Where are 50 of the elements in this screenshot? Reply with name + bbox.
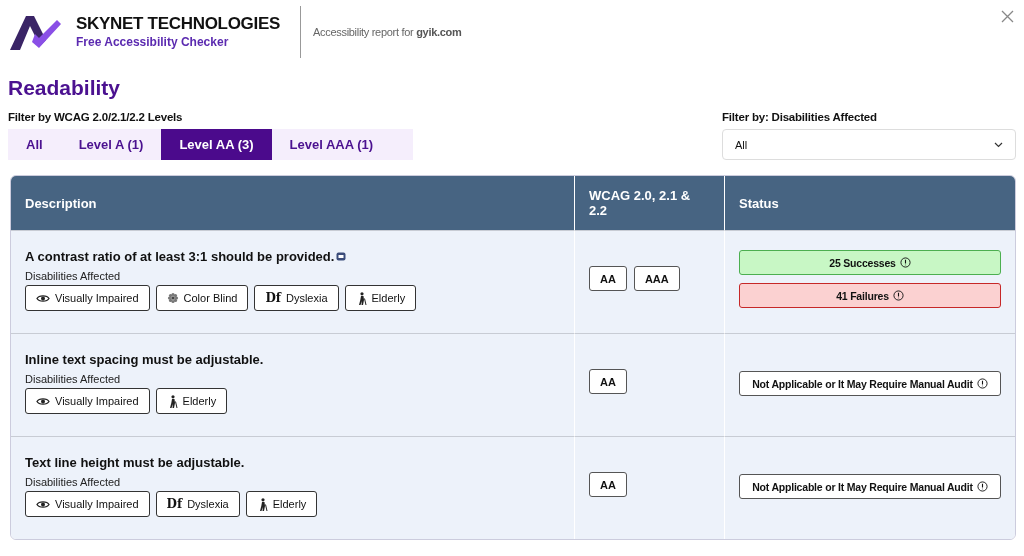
column-header: WCAG 2.0, 2.1 & 2.2 bbox=[574, 176, 724, 230]
disability-tag[interactable]: Visually Impaired bbox=[25, 285, 150, 311]
report-caption: Accessibility report for gyik.com bbox=[313, 26, 462, 38]
dyslexia-icon: Df bbox=[166, 497, 183, 511]
disability-tag[interactable]: Elderly bbox=[344, 285, 417, 311]
close-icon[interactable] bbox=[1001, 10, 1014, 23]
status-button[interactable]: 41 Failures bbox=[739, 283, 1001, 308]
eye-icon bbox=[36, 396, 50, 406]
brand-name: SKYNET TECHNOLOGIES bbox=[76, 14, 280, 34]
disability-tag[interactable]: Visually Impaired bbox=[25, 388, 150, 414]
caption-icon bbox=[336, 252, 347, 261]
level-badge: AA bbox=[589, 369, 627, 394]
level-tab[interactable]: Level AA (3) bbox=[161, 129, 272, 160]
eye-icon bbox=[36, 499, 50, 509]
eye-icon bbox=[36, 293, 50, 303]
brand-tagline: Free Accessibility Checker bbox=[76, 34, 230, 50]
level-tab[interactable]: All bbox=[8, 129, 61, 160]
status-button[interactable]: Not Applicable or It May Require Manual Audit bbox=[739, 371, 1001, 396]
disability-tag[interactable]: Elderly bbox=[245, 491, 318, 517]
column-header: Description bbox=[11, 176, 574, 230]
disability-tag[interactable]: Df Dyslexia bbox=[155, 491, 240, 517]
disability-select[interactable]: All bbox=[722, 129, 1016, 160]
status-button[interactable]: 25 Successes bbox=[739, 250, 1001, 275]
level-badge: AAA bbox=[633, 266, 680, 291]
section-title: Readability bbox=[8, 76, 122, 101]
chevron-down-icon bbox=[994, 141, 1003, 148]
column-header: Status bbox=[724, 176, 1015, 230]
criterion-title: Text line height must be adjustable. bbox=[25, 455, 245, 470]
level-tab[interactable]: Level A (1) bbox=[60, 129, 162, 160]
level-badge: AA bbox=[589, 266, 627, 291]
flower-icon bbox=[166, 292, 179, 304]
disabilities-label: Disabilities Affected bbox=[25, 476, 122, 488]
disabilities-label: Disabilities Affected bbox=[25, 373, 122, 385]
disability-tag[interactable]: Color Blind bbox=[155, 285, 249, 311]
info-icon bbox=[976, 481, 988, 492]
disabilities-label: Disabilities Affected bbox=[25, 270, 122, 282]
level-badge: AA bbox=[589, 472, 627, 497]
info-icon bbox=[892, 290, 904, 301]
criterion-title: Inline text spacing must be adjustable. bbox=[25, 352, 264, 367]
disability-tag[interactable]: Elderly bbox=[155, 388, 228, 414]
dyslexia-icon: Df bbox=[265, 291, 281, 305]
filter-label: Filter by: Disabilities Affected bbox=[722, 111, 878, 123]
disability-tag[interactable]: Df Dyslexia bbox=[254, 285, 339, 311]
level-tab[interactable]: Level AAA (1) bbox=[271, 129, 392, 160]
status-button[interactable]: Not Applicable or It May Require Manual Audit bbox=[739, 474, 1001, 499]
criterion-title: A contrast ratio of at least 3:1 should be provided. bbox=[25, 249, 335, 264]
disability-tag[interactable]: Visually Impaired bbox=[25, 491, 150, 517]
info-icon bbox=[899, 257, 911, 268]
filter-label: Filter by WCAG 2.0/2.1/2.2 Levels bbox=[8, 111, 184, 123]
info-icon bbox=[976, 378, 988, 389]
